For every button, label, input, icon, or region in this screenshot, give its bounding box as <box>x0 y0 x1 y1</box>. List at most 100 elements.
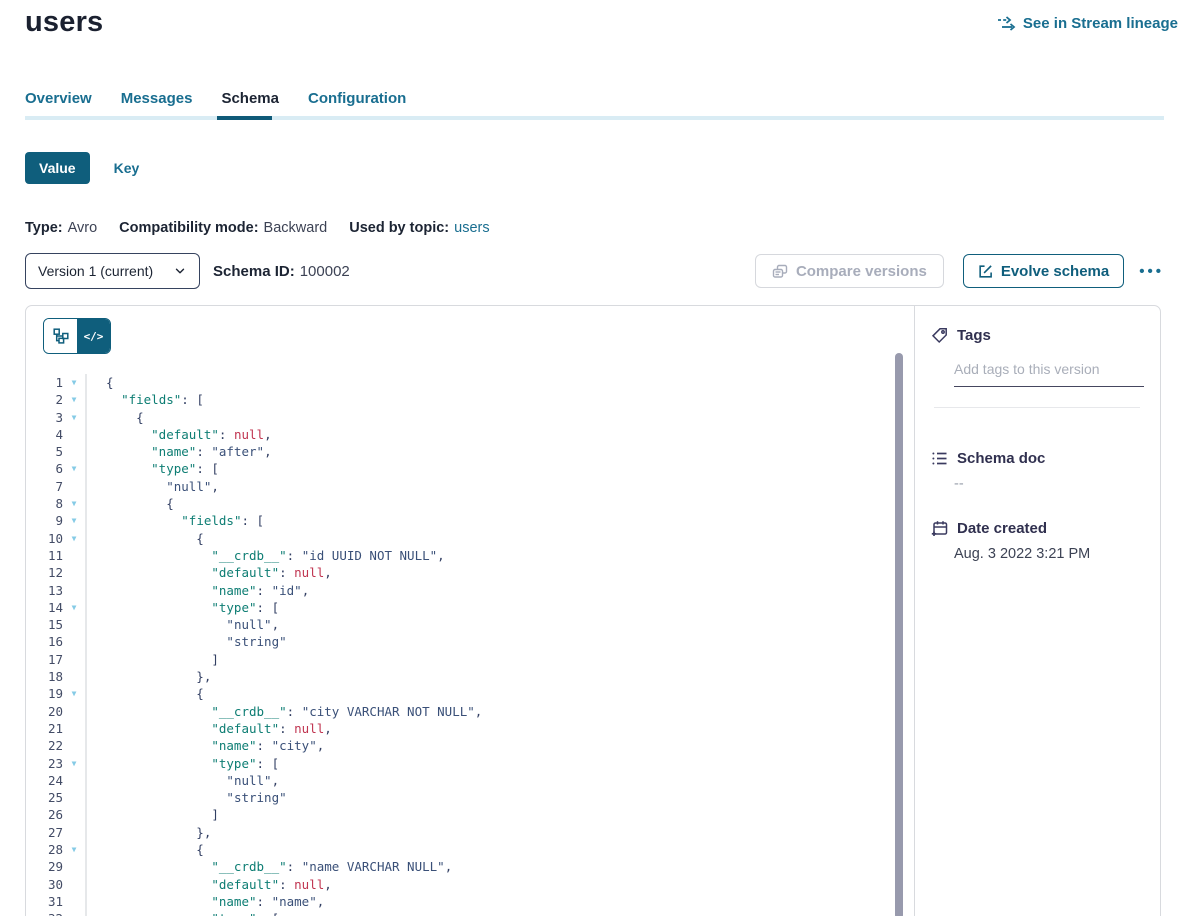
sidebar-divider <box>934 407 1140 408</box>
fold-spacer <box>63 651 85 668</box>
line-number: 6 <box>26 460 63 477</box>
type-value: Avro <box>68 220 98 236</box>
tab-messages[interactable]: Messages <box>121 90 193 108</box>
value-key-toggle: Value Key <box>25 152 139 184</box>
schema-meta: Type:Avro Compatibility mode:Backward Us… <box>25 220 490 236</box>
evolve-schema-label: Evolve schema <box>1001 263 1109 280</box>
fold-toggle-icon[interactable]: ▼ <box>63 460 85 477</box>
tags-section-header: Tags <box>931 327 1144 344</box>
value-toggle-button[interactable]: Value <box>25 152 90 184</box>
fold-toggle-icon[interactable]: ▼ <box>63 512 85 529</box>
fold-toggle-icon[interactable]: ▼ <box>63 530 85 547</box>
type-field: Type:Avro <box>25 220 97 236</box>
code-line: 16 "string" <box>26 633 914 650</box>
schema-doc-title: Schema doc <box>957 450 1045 467</box>
date-created-value: Aug. 3 2022 3:21 PM <box>954 546 1144 562</box>
code-line: 3▼ { <box>26 409 914 426</box>
fold-toggle-icon[interactable]: ▼ <box>63 374 85 391</box>
tags-input[interactable] <box>954 361 1144 387</box>
fold-spacer <box>63 789 85 806</box>
line-number: 10 <box>26 530 63 547</box>
compare-versions-button[interactable]: Compare versions <box>755 254 944 288</box>
fold-spacer <box>63 893 85 910</box>
code-text: ] <box>85 651 914 668</box>
line-number: 16 <box>26 633 63 650</box>
code-text: "type": [ <box>85 599 914 616</box>
code-text: }, <box>85 668 914 685</box>
line-number: 18 <box>26 668 63 685</box>
code-text: "__crdb__": "name VARCHAR NULL", <box>85 858 914 875</box>
code-line: 4 "default": null, <box>26 426 914 443</box>
code-line: 10▼ { <box>26 530 914 547</box>
compat-field: Compatibility mode:Backward <box>119 220 327 236</box>
code-text: "null", <box>85 772 914 789</box>
tab-configuration[interactable]: Configuration <box>308 90 406 108</box>
code-text: "null", <box>85 616 914 633</box>
code-line: 30 "default": null, <box>26 876 914 893</box>
code-line: 1▼{ <box>26 374 914 391</box>
fold-toggle-icon[interactable]: ▼ <box>63 391 85 408</box>
line-number: 13 <box>26 582 63 599</box>
code-text: "null", <box>85 478 914 495</box>
schema-sidebar: Tags Schema doc -- <box>914 306 1160 916</box>
code-line: 20 "__crdb__": "city VARCHAR NOT NULL", <box>26 703 914 720</box>
edit-icon <box>978 264 993 279</box>
code-line: 24 "null", <box>26 772 914 789</box>
line-number: 14 <box>26 599 63 616</box>
tree-view-button[interactable] <box>44 319 77 353</box>
stream-lineage-icon <box>997 16 1016 31</box>
evolve-schema-button[interactable]: Evolve schema <box>963 254 1124 288</box>
line-number: 12 <box>26 564 63 581</box>
line-number: 4 <box>26 426 63 443</box>
fold-toggle-icon[interactable]: ▼ <box>63 685 85 702</box>
stream-lineage-link[interactable]: See in Stream lineage <box>997 15 1178 32</box>
tree-view-icon <box>53 328 69 344</box>
code-line: 2▼ "fields": [ <box>26 391 914 408</box>
fold-toggle-icon[interactable]: ▼ <box>63 495 85 512</box>
code-text: { <box>85 530 914 547</box>
code-text: "fields": [ <box>85 512 914 529</box>
tab-overview[interactable]: Overview <box>25 90 92 108</box>
code-line: 25 "string" <box>26 789 914 806</box>
topic-link[interactable]: users <box>454 220 489 236</box>
line-number: 19 <box>26 685 63 702</box>
tab-schema[interactable]: Schema <box>221 90 279 108</box>
code-view-button[interactable]: </> <box>77 319 110 353</box>
code-text: { <box>85 685 914 702</box>
line-number: 2 <box>26 391 63 408</box>
code-text: "type": [ <box>85 755 914 772</box>
key-toggle-button[interactable]: Key <box>114 160 140 176</box>
code-text: "default": null, <box>85 720 914 737</box>
code-text: "default": null, <box>85 564 914 581</box>
schema-page: users See in Stream lineage Overview Mes… <box>0 0 1189 916</box>
fold-spacer <box>63 824 85 841</box>
fold-spacer <box>63 720 85 737</box>
version-select[interactable]: Version 1 (current) <box>25 253 200 289</box>
code-text: "name": "id", <box>85 582 914 599</box>
fold-spacer <box>63 616 85 633</box>
more-actions-button[interactable]: ••• <box>1139 263 1164 280</box>
fold-toggle-icon[interactable]: ▼ <box>63 409 85 426</box>
code-text: "name": "after", <box>85 443 914 460</box>
topic-label: Used by topic: <box>349 220 449 236</box>
code-scrollbar-thumb[interactable] <box>895 353 903 916</box>
schema-doc-header: Schema doc <box>931 450 1144 467</box>
page-title: users <box>25 6 103 39</box>
fold-toggle-icon[interactable]: ▼ <box>63 599 85 616</box>
active-tab-indicator <box>217 116 272 120</box>
fold-toggle-icon[interactable]: ▼ <box>63 910 85 916</box>
line-number: 17 <box>26 651 63 668</box>
code-line: 15 "null", <box>26 616 914 633</box>
fold-spacer <box>63 703 85 720</box>
line-number: 25 <box>26 789 63 806</box>
fold-toggle-icon[interactable]: ▼ <box>63 755 85 772</box>
code-line: 14▼ "type": [ <box>26 599 914 616</box>
code-editor: 1▼{2▼ "fields": [3▼ {4 "default": null,5… <box>26 374 914 916</box>
code-text: { <box>85 409 914 426</box>
code-line: 8▼ { <box>26 495 914 512</box>
schema-controls: Version 1 (current) Schema ID:100002 Com… <box>25 253 1164 289</box>
chevron-down-icon <box>173 264 187 278</box>
schema-id-field: Schema ID:100002 <box>213 263 350 280</box>
fold-toggle-icon[interactable]: ▼ <box>63 841 85 858</box>
fold-spacer <box>63 547 85 564</box>
